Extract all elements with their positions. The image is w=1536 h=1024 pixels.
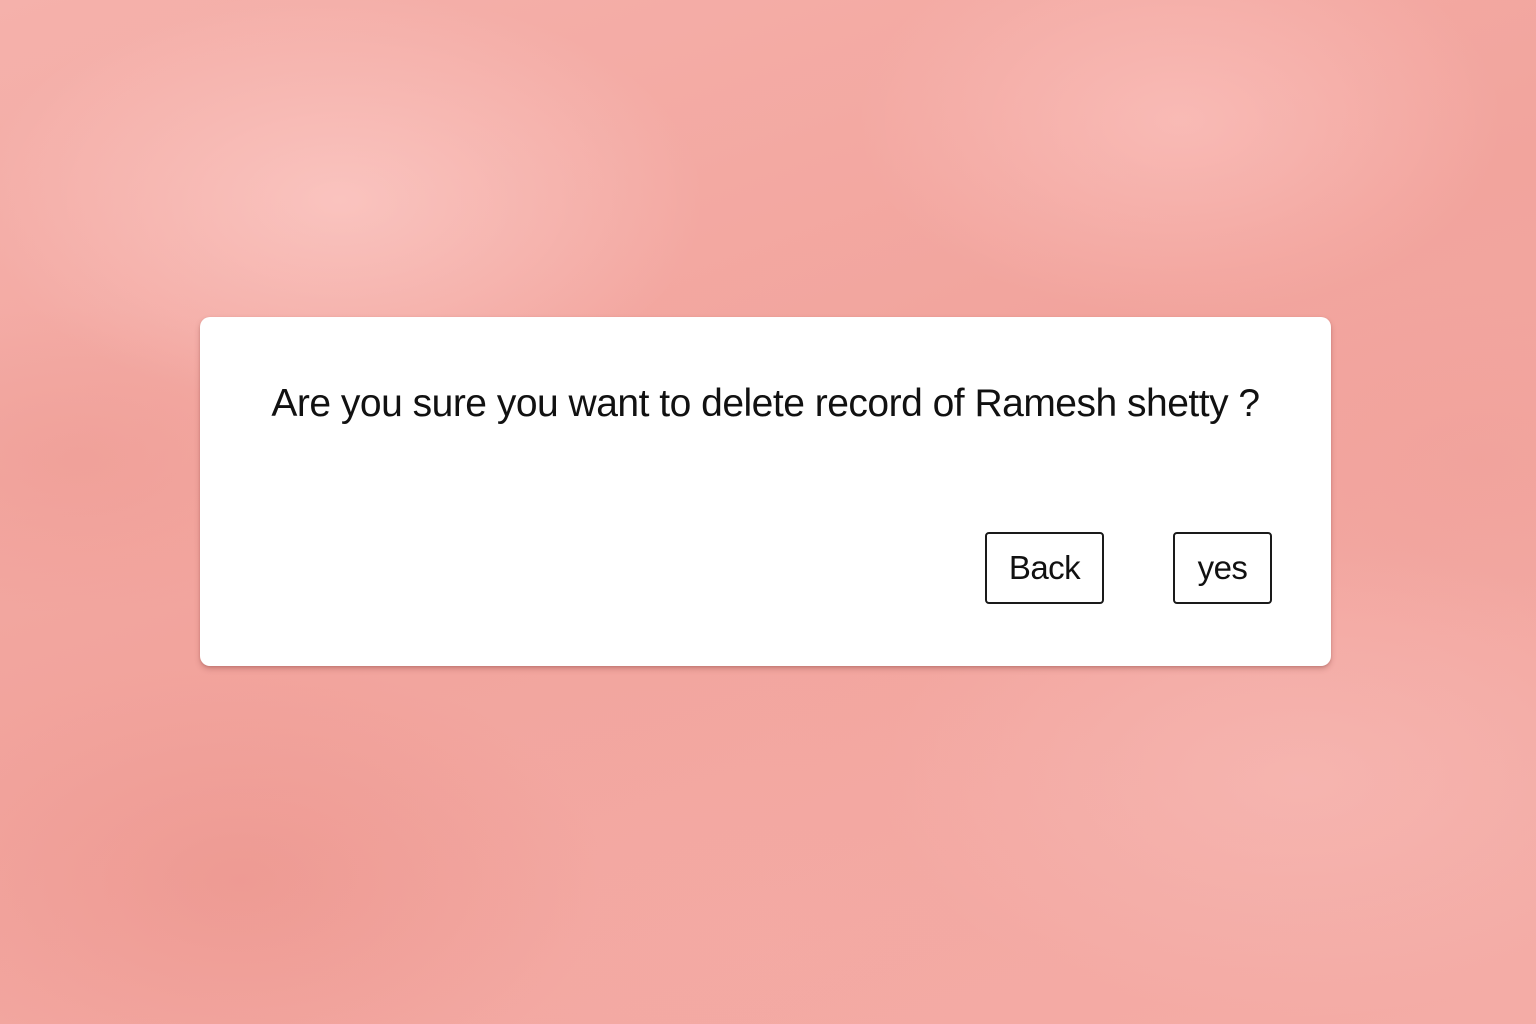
dialog-message: Are you sure you want to delete record o… (271, 382, 1260, 425)
back-button[interactable]: Back (985, 532, 1104, 604)
confirm-delete-dialog: Are you sure you want to delete record o… (200, 317, 1331, 666)
yes-button[interactable]: yes (1173, 532, 1272, 604)
